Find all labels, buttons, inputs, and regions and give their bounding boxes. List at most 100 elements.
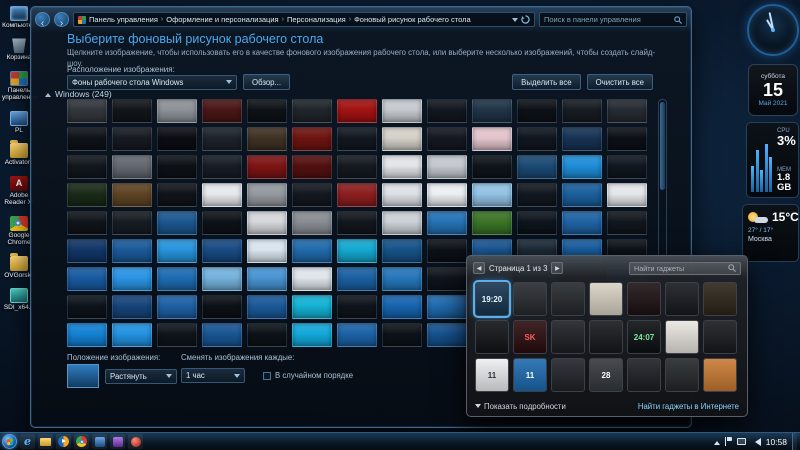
previous-page-button[interactable]	[473, 262, 485, 274]
start-button[interactable]	[2, 434, 17, 449]
wallpaper-thumbnail[interactable]	[292, 295, 332, 319]
app-red-icon[interactable]	[128, 434, 143, 449]
wallpaper-thumbnail[interactable]	[562, 211, 602, 235]
wallpaper-thumbnail[interactable]	[427, 295, 467, 319]
breadcrumb-item[interactable]: Персонализация	[287, 15, 346, 24]
wallpaper-thumbnail[interactable]	[427, 211, 467, 235]
wallpaper-thumbnail[interactable]	[562, 127, 602, 151]
gadget-tile[interactable]	[627, 282, 661, 316]
calendar-gadget[interactable]: суббота 15 Май 2021	[748, 64, 798, 116]
gadget-tile[interactable]	[703, 358, 737, 392]
wallpaper-thumbnail[interactable]	[112, 239, 152, 263]
wallpaper-thumbnail[interactable]	[247, 267, 287, 291]
gadget-tile[interactable]: 28	[589, 358, 623, 392]
wallpaper-thumbnail[interactable]	[157, 239, 197, 263]
select-all-button[interactable]: Выделить все	[512, 74, 580, 90]
wallpaper-thumbnail[interactable]	[427, 267, 467, 291]
wallpaper-thumbnail[interactable]	[202, 127, 242, 151]
wallpaper-thumbnail[interactable]	[67, 99, 107, 123]
taskbar-clock[interactable]: 10:58	[766, 437, 787, 447]
next-page-button[interactable]	[551, 262, 563, 274]
gadget-search-input[interactable]	[634, 264, 725, 273]
wallpaper-thumbnail[interactable]	[157, 99, 197, 123]
breadcrumb-item[interactable]: Фоновый рисунок рабочего стола	[354, 15, 471, 24]
wallpaper-thumbnail[interactable]	[247, 127, 287, 151]
wallpaper-thumbnail[interactable]	[112, 267, 152, 291]
wallpaper-thumbnail[interactable]	[157, 211, 197, 235]
clock-gadget[interactable]	[747, 4, 799, 56]
wallpaper-thumbnail[interactable]	[67, 267, 107, 291]
wallpaper-thumbnail[interactable]	[427, 183, 467, 207]
wallpaper-thumbnail[interactable]	[67, 323, 107, 347]
gadget-tile[interactable]	[703, 320, 737, 354]
gadget-tile[interactable]	[551, 282, 585, 316]
breadcrumb-item[interactable]: Панель управления	[89, 15, 158, 24]
refresh-icon[interactable]	[521, 15, 530, 24]
wallpaper-thumbnail[interactable]	[427, 323, 467, 347]
wallpaper-thumbnail[interactable]	[607, 155, 647, 179]
wallpaper-thumbnail[interactable]	[292, 127, 332, 151]
gadget-tile[interactable]	[475, 320, 509, 354]
shuffle-option[interactable]: В случайном порядке	[263, 371, 353, 380]
wallpaper-thumbnail[interactable]	[247, 155, 287, 179]
wallpaper-thumbnail[interactable]	[427, 99, 467, 123]
wallpaper-thumbnail[interactable]	[202, 239, 242, 263]
wallpaper-thumbnail[interactable]	[337, 99, 377, 123]
wallpaper-thumbnail[interactable]	[427, 239, 467, 263]
gadget-tile[interactable]	[665, 358, 699, 392]
app-blue-icon[interactable]	[92, 434, 107, 449]
wallpaper-thumbnail[interactable]	[112, 183, 152, 207]
breadcrumb-item[interactable]: Оформление и персонализация	[166, 15, 278, 24]
wallpaper-thumbnail[interactable]	[337, 323, 377, 347]
system-meter-gadget[interactable]: CPU 3% MEM 1.8 GB	[746, 122, 799, 198]
ie-icon[interactable]	[20, 434, 35, 449]
wallpaper-thumbnail[interactable]	[292, 99, 332, 123]
forward-button[interactable]	[54, 12, 69, 27]
wallpaper-thumbnail[interactable]	[517, 155, 557, 179]
gadget-tile[interactable]: 24:07	[627, 320, 661, 354]
wallpaper-thumbnail[interactable]	[292, 183, 332, 207]
wallpaper-thumbnail[interactable]	[67, 183, 107, 207]
wallpaper-thumbnail[interactable]	[337, 183, 377, 207]
gadget-tile[interactable]	[513, 282, 547, 316]
wallpaper-thumbnail[interactable]	[157, 267, 197, 291]
wallpaper-thumbnail[interactable]	[607, 211, 647, 235]
show-details-link[interactable]: Показать подробности	[475, 401, 566, 411]
wallpaper-thumbnail[interactable]	[202, 211, 242, 235]
wallpaper-thumbnail[interactable]	[67, 155, 107, 179]
wallpaper-thumbnail[interactable]	[67, 295, 107, 319]
wallpaper-thumbnail[interactable]	[202, 99, 242, 123]
wallpaper-thumbnail[interactable]	[157, 183, 197, 207]
gadget-tile[interactable]	[665, 320, 699, 354]
wallpaper-thumbnail[interactable]	[292, 211, 332, 235]
gadget-tile[interactable]	[627, 358, 661, 392]
hidden-icons-icon[interactable]	[714, 438, 720, 445]
wallpaper-thumbnail[interactable]	[562, 183, 602, 207]
wallpaper-thumbnail[interactable]	[247, 239, 287, 263]
wallpaper-thumbnail[interactable]	[517, 99, 557, 123]
wmp-icon[interactable]	[56, 434, 71, 449]
wallpaper-thumbnail[interactable]	[427, 155, 467, 179]
gadget-tile[interactable]: 11	[513, 358, 547, 392]
wallpaper-thumbnail[interactable]	[112, 127, 152, 151]
wallpaper-thumbnail[interactable]	[337, 155, 377, 179]
gadget-tile[interactable]	[551, 358, 585, 392]
gadget-tile[interactable]	[665, 282, 699, 316]
wallpaper-thumbnail[interactable]	[472, 127, 512, 151]
wallpaper-thumbnail[interactable]	[517, 127, 557, 151]
clear-all-button[interactable]: Очистить все	[587, 74, 653, 90]
wallpaper-thumbnail[interactable]	[112, 295, 152, 319]
wallpaper-thumbnail[interactable]	[292, 239, 332, 263]
wallpaper-thumbnail[interactable]	[247, 295, 287, 319]
location-select[interactable]: Фоны рабочего стола Windows	[67, 75, 237, 90]
gadget-tile[interactable]	[589, 320, 623, 354]
show-desktop-button[interactable]	[792, 433, 797, 450]
wallpaper-thumbnail[interactable]	[157, 155, 197, 179]
wallpaper-thumbnail[interactable]	[202, 155, 242, 179]
app-purple-icon[interactable]	[110, 434, 125, 449]
wallpaper-thumbnail[interactable]	[517, 183, 557, 207]
shuffle-checkbox[interactable]	[263, 372, 271, 380]
wallpaper-thumbnail[interactable]	[157, 323, 197, 347]
wallpaper-group-header[interactable]: Windows (249)	[45, 89, 112, 99]
gadget-tile[interactable]	[551, 320, 585, 354]
